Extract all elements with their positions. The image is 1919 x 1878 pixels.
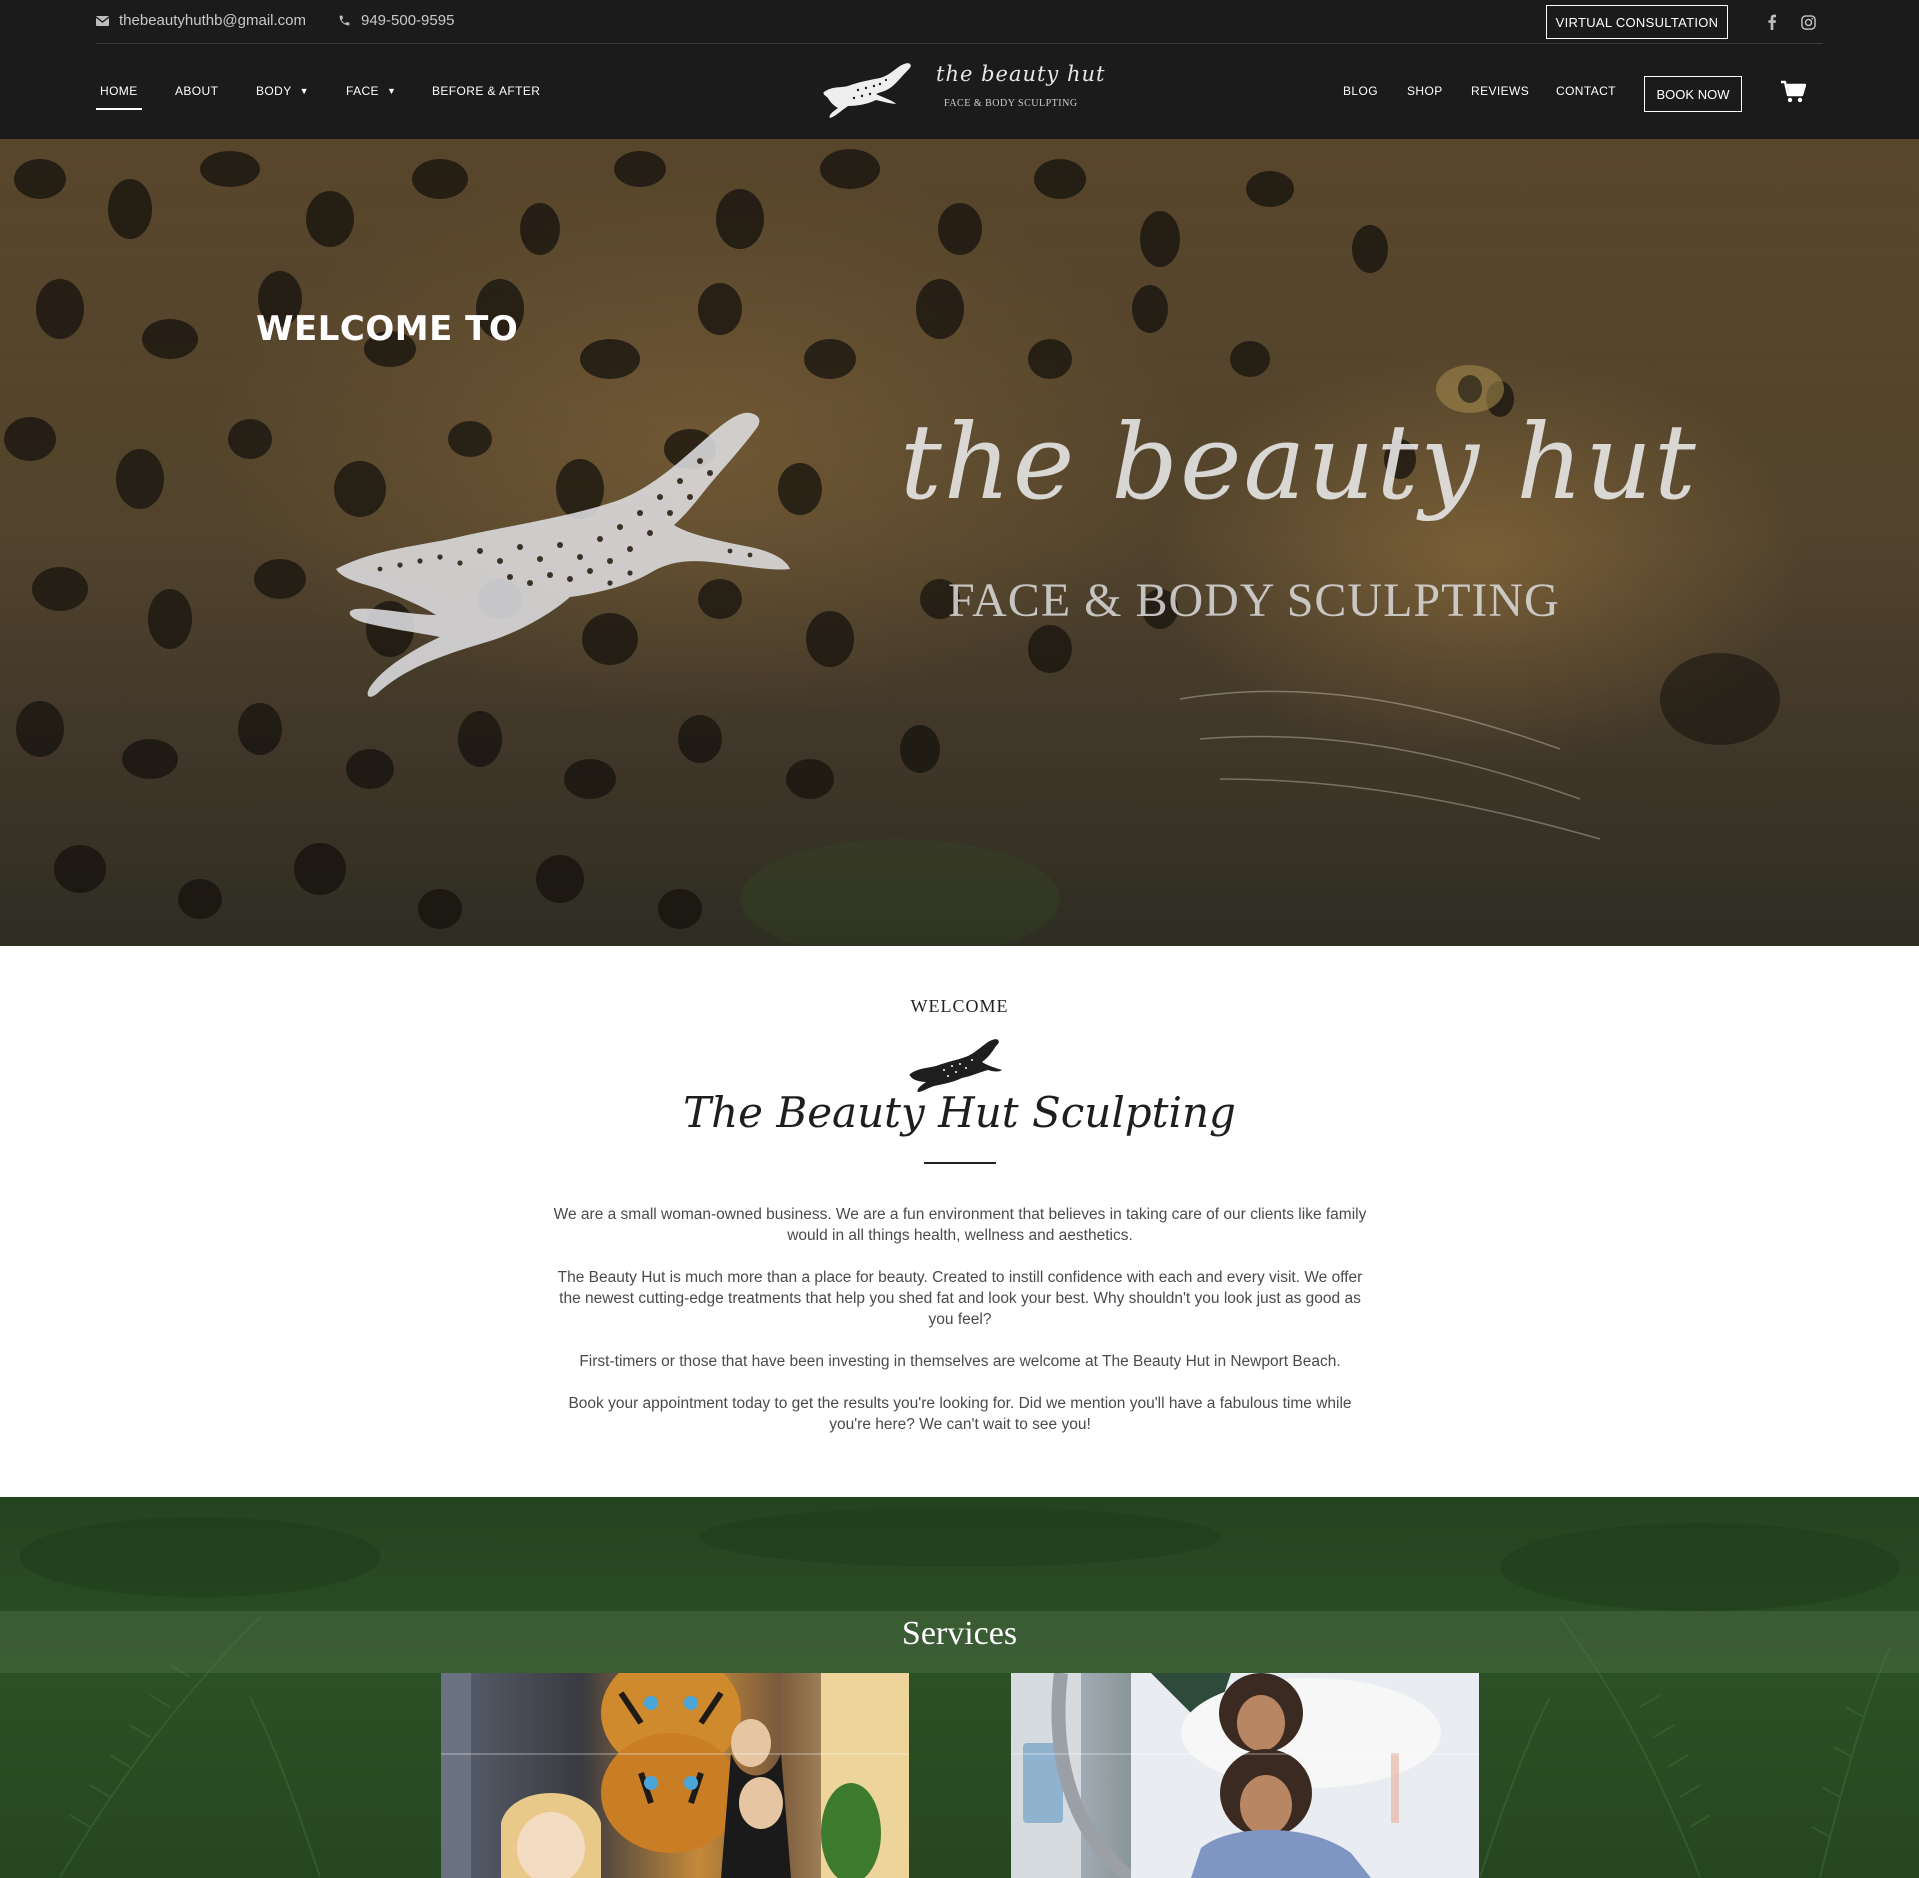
hero-banner: WELCOME TO the beauty hut FACE & BODY SC… xyxy=(0,139,1919,946)
hero-welcome-heading: WELCOME TO xyxy=(256,309,519,349)
hero-tagline: FACE & BODY SCULPTING xyxy=(948,574,1560,627)
title-divider xyxy=(924,1162,996,1164)
virtual-consultation-button[interactable]: VIRTUAL CONSULTATION xyxy=(1546,5,1728,39)
welcome-paragraph-2: The Beauty Hut is much more than a place… xyxy=(557,1269,1363,1328)
service-card-tiger[interactable] xyxy=(441,1673,909,1878)
cheetah-logo-icon xyxy=(336,412,790,697)
email-text: thebeautyhuthb@gmail.com xyxy=(119,12,307,29)
instagram-icon[interactable] xyxy=(1799,13,1817,31)
email-link[interactable]: thebeautyhuthb@gmail.com xyxy=(96,12,306,29)
welcome-paragraph-4: Book your appointment today to get the r… xyxy=(568,1395,1352,1433)
top-bar: thebeautyhuthb@gmail.com 949-500-9595 VI… xyxy=(0,0,1919,44)
nav-face[interactable]: FACE ▼ xyxy=(346,84,396,98)
nav-home[interactable]: HOME xyxy=(100,84,138,98)
hero-overlay xyxy=(0,139,1919,946)
nav-about-label: ABOUT xyxy=(175,84,219,98)
cheetah-logo-icon xyxy=(823,63,911,118)
services-section: Services xyxy=(0,1497,1919,1878)
logo-script-text: the beauty hut xyxy=(936,62,1106,86)
logo-subtitle: FACE & BODY SCULPTING xyxy=(944,98,1078,109)
nav-blog-label: BLOG xyxy=(1343,84,1378,98)
phone-icon xyxy=(339,15,350,26)
welcome-title: The Beauty Hut Sculpting xyxy=(683,1088,1236,1137)
service-card-body-sculpting[interactable] xyxy=(1011,1673,1479,1878)
nav-reviews[interactable]: REVIEWS xyxy=(1471,84,1529,98)
services-title: Services xyxy=(901,1615,1018,1652)
chevron-down-icon: ▼ xyxy=(299,86,309,96)
nav-shop-label: SHOP xyxy=(1407,84,1443,98)
fern-background xyxy=(20,1507,1900,1878)
nav-before-after-label: BEFORE & AFTER xyxy=(432,84,541,98)
facebook-icon[interactable] xyxy=(1763,13,1781,31)
main-navigation: HOME ABOUT BODY ▼ FACE ▼ BEFORE & AFTER th… xyxy=(0,44,1919,139)
cart-icon[interactable] xyxy=(1780,80,1807,106)
nav-contact[interactable]: CONTACT xyxy=(1556,84,1616,98)
nav-contact-label: CONTACT xyxy=(1556,84,1616,98)
welcome-paragraph-1: We are a small woman-owned business. We … xyxy=(553,1206,1367,1244)
nav-body-label: BODY xyxy=(256,84,292,98)
welcome-body: We are a small woman-owned business. We … xyxy=(552,1204,1368,1456)
hero-brand-script: the beauty hut xyxy=(900,401,1698,523)
top-bar-inner: thebeautyhuthb@gmail.com 949-500-9595 VI… xyxy=(96,0,1823,44)
phone-text: 949-500-9595 xyxy=(361,12,455,29)
nav-reviews-label: REVIEWS xyxy=(1471,84,1530,98)
cheetah-logo-icon xyxy=(909,1039,1002,1092)
welcome-paragraph-3: First-timers or those that have been inv… xyxy=(579,1353,1341,1370)
phone-link[interactable]: 949-500-9595 xyxy=(338,12,454,29)
nav-home-label: HOME xyxy=(100,84,138,98)
welcome-eyebrow: WELCOME xyxy=(910,996,1009,1016)
book-now-button[interactable]: BOOK NOW xyxy=(1644,76,1742,112)
nav-body[interactable]: BODY ▼ xyxy=(256,84,309,98)
service-image-tiger-treatment xyxy=(441,1673,909,1878)
nav-about[interactable]: ABOUT xyxy=(175,84,218,98)
chevron-down-icon: ▼ xyxy=(386,86,397,96)
nav-blog[interactable]: BLOG xyxy=(1343,84,1378,98)
service-image-client-relaxing xyxy=(1011,1673,1479,1878)
nav-before-after[interactable]: BEFORE & AFTER xyxy=(432,84,540,98)
nav-face-label: FACE xyxy=(346,84,379,98)
active-nav-indicator xyxy=(96,108,142,110)
envelope-icon xyxy=(96,15,109,26)
site-logo[interactable]: the beauty hut FACE & BODY SCULPTING xyxy=(818,58,1104,124)
nav-shop[interactable]: SHOP xyxy=(1407,84,1443,98)
